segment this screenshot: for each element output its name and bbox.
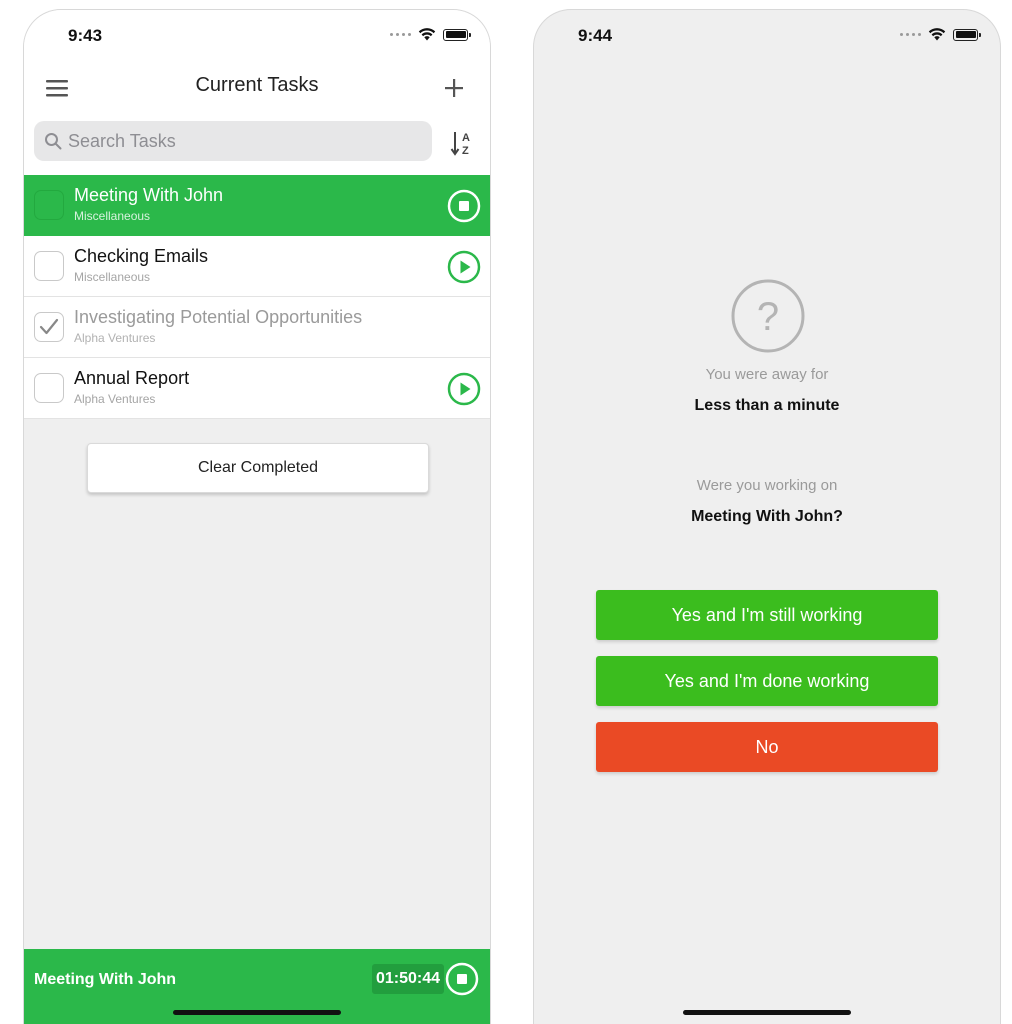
checkmark-icon <box>39 318 59 335</box>
task-title: Annual Report <box>74 368 190 388</box>
search-bar <box>34 121 432 161</box>
home-indicator <box>683 1010 851 1015</box>
working-task-name: Meeting With John? <box>691 508 843 525</box>
away-duration-label: You were away for <box>705 366 829 383</box>
stop-icon <box>447 189 481 223</box>
away-prompt-screen: 9:44 ? You were away for Less than a min… <box>533 9 1001 1024</box>
nav-bar: Current Tasks <box>24 62 490 114</box>
task-list-screen: 9:43 Current Tasks Search Tasks A Z Meet… <box>23 9 491 1024</box>
task-category: Miscellaneous <box>74 209 151 223</box>
search-input[interactable] <box>68 130 398 152</box>
battery-icon <box>443 28 471 41</box>
svg-text:A: A <box>462 132 470 144</box>
menu-icon <box>46 80 68 97</box>
task-row[interactable]: Checking Emails Miscellaneous <box>24 236 490 297</box>
add-task-button[interactable] <box>440 74 468 102</box>
task-title: Investigating Potential Opportunities <box>74 307 363 327</box>
wifi-icon <box>418 28 436 41</box>
stop-icon <box>445 962 479 996</box>
search-icon <box>45 133 62 150</box>
svg-text:?: ? <box>757 295 779 339</box>
timer-elapsed: 01:50:44 <box>371 964 444 994</box>
timer-task-name: Meeting With John <box>34 971 177 988</box>
status-time: 9:43 <box>68 26 103 45</box>
question-icon: ? <box>731 279 805 353</box>
task-checkbox[interactable] <box>34 312 64 342</box>
task-checkbox[interactable] <box>34 373 64 403</box>
task-category: Alpha Ventures <box>74 331 156 345</box>
sort-az-icon: A Z <box>450 132 470 157</box>
task-row[interactable]: Meeting With John Miscellaneous <box>24 175 490 236</box>
status-bar: 9:44 <box>534 10 1000 62</box>
sort-button[interactable]: A Z <box>450 129 476 157</box>
task-title: Meeting With John <box>74 185 224 205</box>
task-category: Alpha Ventures <box>74 392 156 406</box>
task-row[interactable]: Investigating Potential Opportunities Al… <box>24 297 490 358</box>
status-icons <box>900 28 981 41</box>
plus-icon <box>445 79 463 97</box>
play-task-button[interactable] <box>447 372 481 406</box>
play-icon <box>447 250 481 284</box>
task-row[interactable]: Annual Report Alpha Ventures <box>24 358 490 419</box>
no-button[interactable]: No <box>596 722 938 772</box>
status-bar: 9:43 <box>24 10 490 62</box>
task-checkbox[interactable] <box>34 190 64 220</box>
page-title: Current Tasks <box>195 74 319 96</box>
task-title: Checking Emails <box>74 246 209 266</box>
yes-done-working-button[interactable]: Yes and I'm done working <box>596 656 938 706</box>
status-icons <box>390 28 471 41</box>
task-checkbox[interactable] <box>34 251 64 281</box>
clear-completed-button[interactable]: Clear Completed <box>87 443 429 493</box>
status-time: 9:44 <box>578 26 613 45</box>
timer-stop-button[interactable] <box>445 962 479 996</box>
play-task-button[interactable] <box>447 250 481 284</box>
running-timer-bar[interactable]: Meeting With John 01:50:44 <box>24 949 490 1024</box>
task-category: Miscellaneous <box>74 270 151 284</box>
battery-icon <box>953 28 981 41</box>
svg-text:Z: Z <box>462 145 469 157</box>
stop-task-button[interactable] <box>447 189 481 223</box>
menu-button[interactable] <box>44 75 72 101</box>
working-question-label: Were you working on <box>696 477 838 494</box>
play-icon <box>447 372 481 406</box>
home-indicator <box>173 1010 341 1015</box>
task-list: Meeting With John Miscellaneous Checking… <box>24 175 490 419</box>
yes-still-working-button[interactable]: Yes and I'm still working <box>596 590 938 640</box>
signal-icon <box>390 33 411 36</box>
away-duration-value: Less than a minute <box>694 397 840 414</box>
signal-icon <box>900 33 921 36</box>
wifi-icon <box>928 28 946 41</box>
